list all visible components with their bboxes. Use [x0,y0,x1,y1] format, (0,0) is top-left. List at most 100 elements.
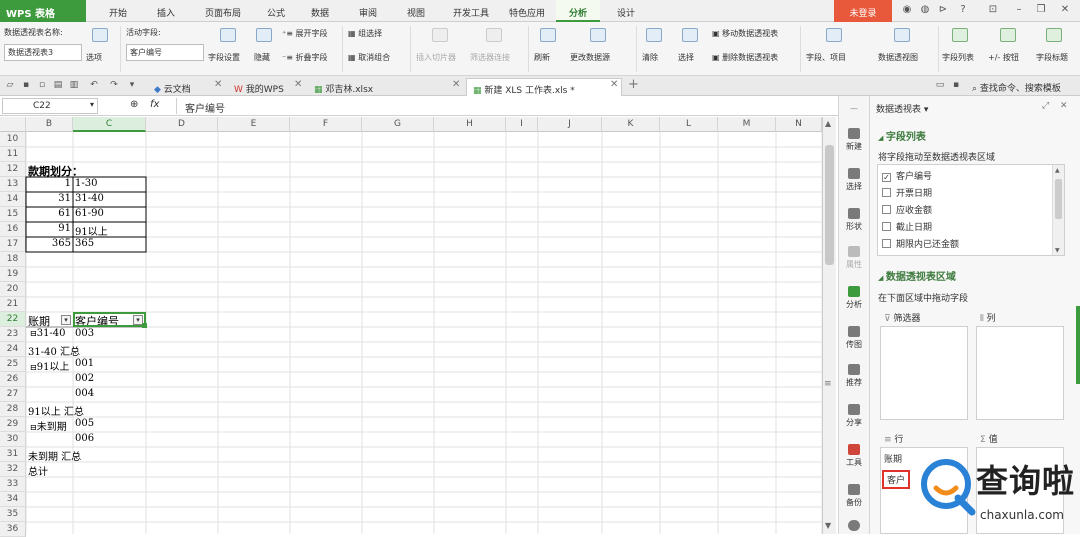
sidebar-item-shape[interactable]: 形状 [839,208,869,232]
fields-items-button[interactable]: 字段、项目 [806,52,846,63]
tab-review[interactable]: 审阅 [348,0,388,22]
plus-minus-icon[interactable] [1000,28,1016,42]
checkbox-icon[interactable] [882,205,891,214]
scroll-thumb[interactable] [825,145,834,265]
split-handle-icon[interactable]: ≡ [824,379,832,389]
field-item[interactable]: 未还金额 [882,254,932,255]
panel-close-icon[interactable]: ✕ [1060,101,1068,111]
cell-b12[interactable]: 款期划分： [28,162,83,178]
field-item[interactable]: 应收金额 [882,203,932,216]
print-icon[interactable]: ▤ [52,80,64,92]
collapse-icon[interactable]: ⊟ [30,329,37,338]
pivot-item[interactable]: 002 [75,372,94,387]
checkbox-icon[interactable] [882,188,891,197]
close-tab-icon[interactable]: ✕ [610,79,618,90]
tab-start[interactable]: 开始 [98,0,138,22]
cell-b13[interactable]: 1 [26,177,73,192]
row-field-item-highlighted[interactable]: 客户 [882,470,911,489]
close-tab-icon[interactable]: ✕ [214,79,222,90]
preview-icon[interactable]: ▥ [68,80,80,92]
column-drop-zone[interactable] [976,326,1064,420]
tab-special[interactable]: 特色应用 [502,0,552,22]
chevron-down-icon[interactable]: ▾ [126,80,138,92]
pivot-group-31-40[interactable]: ⊟31-40 [30,327,66,342]
field-item[interactable]: 开票日期 [882,186,932,199]
maximize-icon[interactable]: ❐ [1034,4,1048,18]
delete-pivot-button[interactable]: ▣ 删除数据透视表 [712,52,778,63]
feedback-icon[interactable]: ▪ [950,80,962,92]
pivot-item[interactable]: 006 [75,432,94,447]
scroll-down-icon[interactable]: ▼ [1055,247,1060,254]
ungroup-button[interactable]: ▦ 取消组合 [348,52,390,63]
sidebar-item-tools[interactable]: 工具 [839,444,869,468]
cell-b16[interactable]: 91 [26,222,73,237]
sidebar-item-select[interactable]: 选择 [839,168,869,192]
close-icon[interactable]: ✕ [1058,4,1072,18]
pivot-grand-total[interactable]: 总计 [28,462,48,478]
redo-icon[interactable]: ↷ [108,80,120,92]
insert-slicer-button[interactable]: 插入切片器 [416,52,456,63]
cell-c14[interactable]: 31-40 [75,192,104,207]
field-item[interactable]: 截止日期 [882,220,932,233]
pivot-group-91-plus[interactable]: ⊟91以上 [30,357,73,372]
hide-button[interactable]: 隐藏 [254,52,270,63]
panel-expand-icon[interactable]: ⤢ [1042,101,1049,111]
pivot-subtotal[interactable]: 91以上 汇总 [28,402,84,418]
cell-b17[interactable]: 365 [26,237,73,252]
plus-minus-button[interactable]: +/- 按钮 [988,52,1019,63]
field-header-icon[interactable] [1046,28,1062,42]
new-tab-icon[interactable]: + [628,77,639,92]
pivot-item[interactable]: 004 [75,387,94,402]
tab-formula[interactable]: 公式 [256,0,296,22]
select-icon[interactable] [682,28,698,42]
help-icon[interactable]: ? [956,4,970,18]
scroll-up-icon[interactable]: ▲ [1055,167,1060,174]
tab-data[interactable]: 数据 [300,0,340,22]
tab-analyze[interactable]: 分析 [556,0,600,22]
formula-input[interactable]: 客户编号 [176,98,822,115]
cell-b14[interactable]: 31 [26,192,73,207]
spreadsheet-grid[interactable]: B C D E F G H I J K L M N 10 11 12 13 14 15 16… [0,117,822,537]
scroll-up-icon[interactable]: ▲ [825,119,831,128]
vertical-scrollbar[interactable]: ▲ ≡ ▼ [822,117,836,534]
fill-handle[interactable] [142,323,147,328]
hide-icon[interactable] [256,28,272,42]
cell-c15[interactable]: 61-90 [75,207,104,222]
options-icon[interactable] [92,28,108,42]
field-list-section[interactable]: ◢ 字段列表 [878,128,926,143]
sidebar-item-recommend[interactable]: 推荐 [839,364,869,388]
tab-developer[interactable]: 开发工具 [446,0,496,22]
export-pdf-icon[interactable]: ▫ [36,80,48,92]
tab-insert[interactable]: 插入 [146,0,186,22]
collapse-icon[interactable]: ⊟ [30,423,37,432]
sidebar-item-upload-image[interactable]: 传图 [839,326,869,350]
save-icon[interactable]: ▪ [20,80,32,92]
undo-icon[interactable]: ↶ [88,80,100,92]
panel-collapse-handle[interactable] [1076,306,1080,384]
pivot-item[interactable]: 003 [75,327,94,342]
close-tab-icon[interactable]: ✕ [452,79,460,90]
share-icon[interactable]: ⊳ [936,4,950,18]
tab-view[interactable]: 视图 [396,0,436,22]
checkbox-icon[interactable] [882,222,891,231]
open-icon[interactable]: ▱ [4,80,16,92]
clear-button[interactable]: 清除 [642,52,658,63]
pivot-chart-button[interactable]: 数据透视图 [878,52,918,63]
change-source-icon[interactable] [590,28,606,42]
search-command-input[interactable]: ⌕ 查找命令、搜索模板 [972,77,1061,95]
cell-c17[interactable]: 365 [75,237,94,252]
tab-design[interactable]: 设计 [604,0,648,22]
move-pivot-button[interactable]: ▣ 移动数据透视表 [712,28,778,39]
field-settings-button[interactable]: 字段设置 [208,52,240,63]
pivot-chart-icon[interactable] [894,28,910,42]
restore-ribbon-icon[interactable]: ⊡ [986,4,1000,18]
sidebar-item-backup[interactable]: 备份 [839,484,869,508]
clear-icon[interactable] [646,28,662,42]
change-source-button[interactable]: 更改数据源 [570,52,610,63]
fields-items-icon[interactable] [826,28,842,42]
tab-page-layout[interactable]: 页面布局 [194,0,252,22]
pivot-header-period[interactable]: 账期 [28,312,50,328]
collapse-field-button[interactable]: ⁻≡ 折叠字段 [282,52,327,63]
pivot-name-input[interactable]: 数据透视表3 [4,44,82,61]
cell-c16[interactable]: 91以上 [75,222,108,238]
